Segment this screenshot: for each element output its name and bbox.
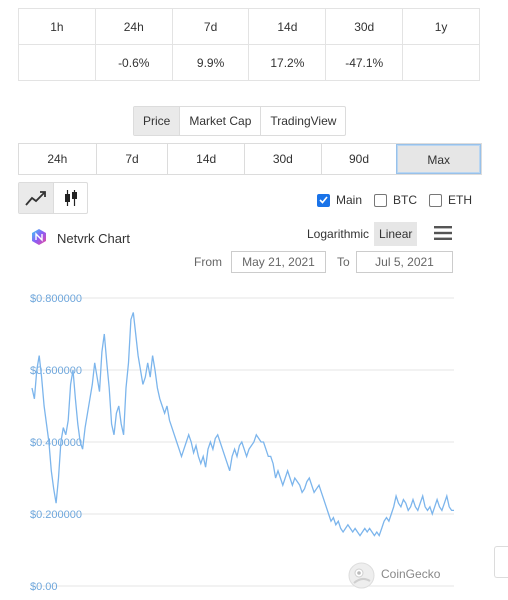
checkbox-btc-box[interactable] xyxy=(374,193,388,207)
date-from-input[interactable] xyxy=(231,251,326,273)
hamburger-menu-icon[interactable] xyxy=(434,226,452,240)
scale-toggle: Logarithmic Linear xyxy=(302,222,418,246)
range-30d[interactable]: 30d xyxy=(244,144,321,174)
y-tick-label: $0.00 xyxy=(30,581,58,593)
coingecko-watermark: CoinGecko xyxy=(381,567,441,581)
candlestick-icon xyxy=(64,190,77,206)
change-30d: -47.1% xyxy=(325,44,404,81)
chart-grid xyxy=(32,297,454,587)
change-1y xyxy=(402,44,480,81)
candlestick-button[interactable] xyxy=(53,183,87,213)
change-7d: 9.9% xyxy=(171,44,250,81)
compare-checkboxes: Main BTC ETH xyxy=(317,193,484,207)
side-panel-handle[interactable] xyxy=(494,546,508,578)
tab-price[interactable]: Price xyxy=(134,107,180,135)
tab-market-cap[interactable]: Market Cap xyxy=(179,107,260,135)
date-from-label: From xyxy=(194,255,222,269)
period-24h: 24h xyxy=(94,8,173,45)
checkbox-btc[interactable]: BTC xyxy=(374,193,417,207)
period-1y: 1y xyxy=(402,8,480,45)
change-row: -0.6% 9.9% 17.2% -47.1% xyxy=(18,44,480,81)
chart-type-toggle xyxy=(18,182,88,214)
chart-view-tabs: Price Market Cap TradingView xyxy=(133,106,347,136)
price-change-table: 1h 24h 7d 14d 30d 1y -0.6% 9.9% 17.2% -4… xyxy=(18,8,480,81)
change-24h: -0.6% xyxy=(94,44,173,81)
price-series-line xyxy=(31,312,454,538)
range-7d[interactable]: 7d xyxy=(95,144,168,174)
range-max[interactable]: Max xyxy=(396,144,481,174)
netvrk-logo-icon xyxy=(32,229,46,245)
time-range-tabs: 24h 7d 14d 30d 90d Max xyxy=(18,143,482,175)
checkbox-btc-label: BTC xyxy=(393,193,418,207)
checkbox-eth-label: ETH xyxy=(448,193,473,207)
date-to-input[interactable] xyxy=(356,251,453,273)
checkmark-icon xyxy=(319,196,328,204)
line-chart-icon xyxy=(25,191,46,206)
chart-title: Netvrk Chart xyxy=(57,231,130,246)
period-14d: 14d xyxy=(248,8,327,45)
scale-logarithmic-button[interactable]: Logarithmic xyxy=(302,222,374,246)
range-14d[interactable]: 14d xyxy=(167,144,244,174)
date-to-label: To xyxy=(337,255,350,269)
change-1h xyxy=(18,44,96,81)
range-24h[interactable]: 24h xyxy=(19,144,96,174)
y-tick-label: $0.800000 xyxy=(30,293,82,305)
y-tick-label: $0.200000 xyxy=(30,509,82,521)
checkbox-eth-box[interactable] xyxy=(429,193,443,207)
checkbox-main[interactable]: Main xyxy=(317,193,362,207)
checkbox-eth[interactable]: ETH xyxy=(429,193,472,207)
checkbox-main-box[interactable] xyxy=(317,193,330,207)
y-axis-labels: $0.800000$0.600000$0.400000$0.200000$0.0… xyxy=(30,293,82,593)
tab-tradingview[interactable]: TradingView xyxy=(260,107,345,135)
period-7d: 7d xyxy=(171,8,250,45)
period-1h: 1h xyxy=(18,8,96,45)
line-chart-button[interactable] xyxy=(19,183,53,213)
range-90d[interactable]: 90d xyxy=(320,144,397,174)
y-tick-label: $0.400000 xyxy=(30,437,82,449)
period-row: 1h 24h 7d 14d 30d 1y xyxy=(18,8,480,45)
price-chart[interactable]: $0.800000$0.600000$0.400000$0.200000$0.0… xyxy=(0,280,508,600)
period-30d: 30d xyxy=(325,8,404,45)
scale-linear-button[interactable]: Linear xyxy=(374,222,418,246)
change-14d: 17.2% xyxy=(248,44,327,81)
checkbox-main-label: Main xyxy=(336,193,363,207)
coingecko-logo-icon xyxy=(348,562,375,589)
